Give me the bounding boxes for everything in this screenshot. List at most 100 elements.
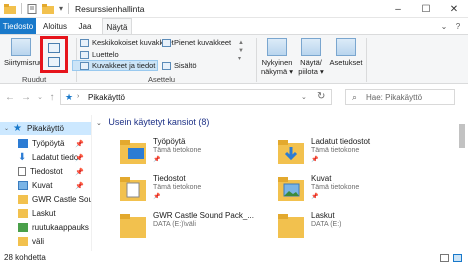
preview-pane-icon[interactable] [48, 43, 60, 53]
list-option[interactable]: Luettelo [80, 49, 119, 60]
current-view-icon [267, 38, 287, 56]
folder-name: GWR Castle Sound Pack_... [153, 211, 254, 220]
address-path: Pikakäyttö [88, 93, 125, 102]
medium-icons-option[interactable]: Keskikokoiset kuvakkeet [80, 37, 174, 48]
up-button[interactable]: ↑ [46, 91, 58, 103]
details-pane-icon[interactable] [48, 57, 60, 67]
pictures-folder-icon [278, 177, 304, 201]
back-button[interactable]: ← [4, 91, 16, 103]
nav-item-gwr-castle[interactable]: GWR Castle Soun [0, 193, 91, 206]
nav-item-quick-access[interactable]: ⌄ ★ Pikakäyttö [0, 122, 91, 135]
window-title: Resurssienhallinta [75, 4, 145, 14]
vertical-scrollbar[interactable] [456, 115, 468, 251]
details-view-icon[interactable] [440, 254, 449, 262]
nav-item-label: Työpöytä [32, 139, 65, 148]
panes-group-label: Ruudut [22, 75, 47, 84]
folder-location: Tämä tietokone [311, 147, 360, 154]
address-field[interactable]: ★ › Pikakäyttö ⌄ ↻ [60, 89, 332, 105]
customize-toolbar-icon[interactable]: ▾ [59, 4, 63, 13]
help-icon[interactable]: ? [452, 21, 464, 32]
nav-item-documents[interactable]: Tiedostot 📌 [0, 165, 91, 178]
show-hide-icon [301, 38, 321, 56]
folder-name: Laskut [311, 211, 335, 220]
screenshot-folder-icon [18, 223, 28, 232]
pin-icon: 📌 [153, 157, 161, 163]
folder-name: Tiedostot [153, 174, 186, 183]
folder-name: Ladatut tiedostot [311, 137, 371, 146]
address-dropdown-icon[interactable]: ⌄ [301, 93, 307, 101]
list-icon [80, 50, 89, 59]
current-view-button[interactable]: Nykyinen näkymä ▾ [260, 38, 294, 76]
nav-item-downloads[interactable]: ⬇ Ladatut tiedo 📌 [0, 151, 91, 164]
properties-icon[interactable] [27, 3, 37, 14]
ribbon-tabs: Tiedosto Aloitus Jaa Näytä ⌄ ? [0, 18, 468, 35]
pin-icon: 📌 [75, 154, 84, 162]
tiles-label: Kuvakkeet ja tiedot [92, 61, 156, 70]
layout-scroll-arrows[interactable]: ▲ ▼ ▾ [238, 39, 244, 63]
close-button[interactable]: ✕ [440, 0, 468, 18]
star-icon: ★ [65, 92, 74, 102]
nav-item-label: ruutukaappauks [32, 223, 89, 232]
refresh-icon[interactable]: ↻ [317, 91, 325, 102]
navigation-pane: ⌄ ★ Pikakäyttö Työpöytä 📌 ⬇ Ladatut tied… [0, 115, 92, 251]
scrollbar-thumb[interactable] [459, 124, 465, 148]
ribbon-divider [366, 38, 367, 82]
folder-tile-documents[interactable]: Tiedostot Tämä tietokone 📌 [118, 172, 268, 206]
options-icon [336, 38, 356, 56]
layout-group-label: Asettelu [148, 75, 176, 84]
explorer-folder-icon[interactable] [4, 3, 16, 14]
show-hide-button[interactable]: Näytä/ piilota ▾ [296, 38, 326, 76]
breadcrumb-chevron-icon[interactable]: › [77, 93, 79, 100]
medium-icons-icon [80, 38, 89, 47]
search-input[interactable]: ⌕ Hae: Pikakäyttö [345, 89, 455, 105]
pin-icon: 📌 [311, 194, 319, 200]
recent-locations-icon[interactable]: ⌄ [34, 91, 46, 103]
nav-item-pictures[interactable]: Kuvat 📌 [0, 179, 91, 192]
folder-icon [18, 195, 28, 204]
tab-view[interactable]: Näytä [102, 18, 132, 35]
current-view-label-2: näkymä ▾ [260, 67, 294, 76]
forward-button[interactable]: → [20, 91, 32, 103]
tab-home[interactable]: Aloitus [38, 18, 72, 35]
nav-item-label: Ladatut tiedo [32, 153, 79, 162]
pin-icon: 📌 [75, 140, 84, 148]
ribbon-divider [256, 38, 257, 82]
documents-folder-icon [120, 177, 146, 201]
show-hide-label-1: Näytä/ [300, 58, 322, 67]
expand-ribbon-icon[interactable]: ⌄ [438, 21, 450, 32]
nav-item-label: väli [32, 237, 45, 246]
downloads-folder-icon [278, 140, 304, 164]
nav-item-invoices[interactable]: Laskut [0, 207, 91, 220]
nav-item-label: Laskut [32, 209, 56, 218]
navigation-pane-button[interactable]: Siirtymisruutu [4, 38, 49, 67]
folder-tile-gwr-castle[interactable]: GWR Castle Sound Pack_... DATA (E:)\väli [118, 209, 268, 243]
frequent-folders-header[interactable]: ⌄ Usein käytetyt kansiot (8) [96, 117, 209, 127]
content-option[interactable]: Sisältö [162, 60, 197, 71]
minimize-button[interactable]: – [384, 0, 412, 18]
options-button[interactable]: Asetukset [328, 38, 364, 67]
maximize-button[interactable]: ☐ [412, 0, 440, 18]
nav-item-vali[interactable]: väli [0, 235, 91, 248]
new-folder-icon[interactable] [42, 3, 54, 14]
folder-location: Tämä tietokone [153, 184, 202, 191]
folder-location: DATA (E:)\väli [153, 221, 196, 228]
pin-icon: 📌 [75, 168, 84, 176]
tiles-view-icon[interactable] [453, 254, 462, 262]
tiles-option[interactable]: Kuvakkeet ja tiedot [72, 60, 158, 71]
folder-tile-desktop[interactable]: Työpöytä Tämä tietokone 📌 [118, 135, 268, 169]
folder-tile-downloads[interactable]: Ladatut tiedostot Tämä tietokone 📌 [276, 135, 426, 169]
folder-tile-invoices[interactable]: Laskut DATA (E:) [276, 209, 426, 243]
nav-item-screenshots[interactable]: ruutukaappauks [0, 221, 91, 234]
folder-location: Tämä tietokone [153, 147, 202, 154]
nav-item-desktop[interactable]: Työpöytä 📌 [0, 137, 91, 150]
section-title: Usein käytetyt kansiot (8) [108, 117, 210, 127]
small-icons-option[interactable]: Pienet kuvakkeet [162, 37, 231, 48]
title-bar: ▾ Resurssienhallinta – ☐ ✕ [0, 0, 468, 18]
folder-location: DATA (E:) [311, 221, 342, 228]
folder-tile-pictures[interactable]: Kuvat Tämä tietokone 📌 [276, 172, 426, 206]
tab-share[interactable]: Jaa [74, 18, 96, 35]
document-icon [18, 167, 26, 176]
download-icon: ⬇ [18, 152, 27, 163]
chevron-down-icon: ⌄ [96, 120, 102, 127]
tab-file[interactable]: Tiedosto [0, 18, 36, 35]
